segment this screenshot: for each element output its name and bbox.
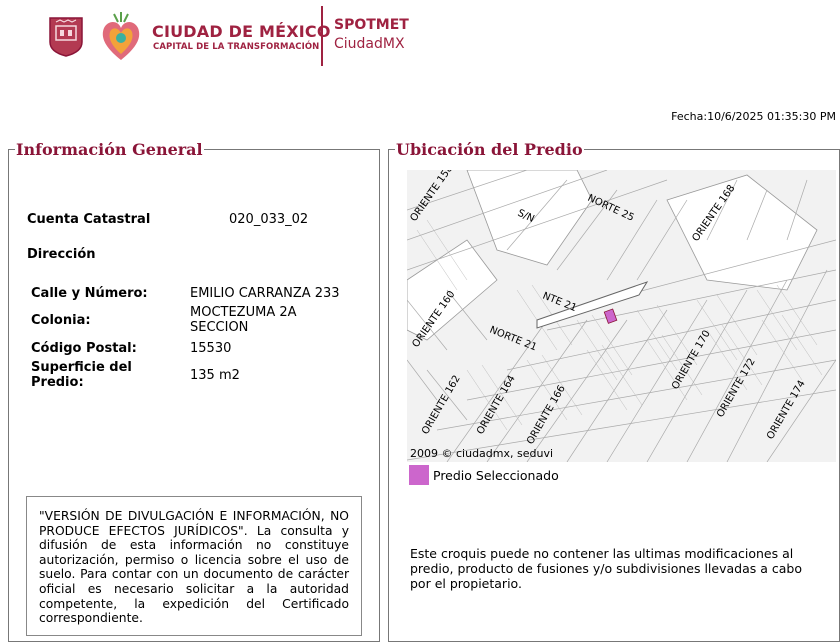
app-title: SPOTMET xyxy=(334,17,409,33)
street-label: ORIENTE 158 xyxy=(408,170,455,224)
ubicacion-legend: Ubicación del Predio xyxy=(396,140,583,159)
colonia-value-line2: SECCION xyxy=(190,320,249,335)
cuenta-catastral-value: 020_033_02 xyxy=(229,212,309,227)
colonia-label: Colonia: xyxy=(31,313,91,328)
cuenta-catastral-label: Cuenta Catastral xyxy=(27,212,151,227)
superficie-label-line1: Superficie del xyxy=(31,360,132,375)
location-map[interactable]: ORIENTE 158 S/N NORTE 25 ORIENTE 168 ORI… xyxy=(407,170,836,462)
codigo-postal-label: Código Postal: xyxy=(31,341,137,356)
cdmx-seal-icon xyxy=(49,17,83,57)
fecha-timestamp: Fecha:10/6/2025 01:35:30 PM xyxy=(671,110,836,123)
map-block xyxy=(407,239,498,341)
superficie-value: 135 m2 xyxy=(190,368,240,383)
city-subtitle: CAPITAL DE LA TRANSFORMACIÓN xyxy=(153,42,320,52)
street-label: ORIENTE 162 xyxy=(420,374,463,437)
codigo-postal-value: 15530 xyxy=(190,341,232,356)
street-label: NORTE 25 xyxy=(586,193,636,224)
direccion-label: Dirección xyxy=(27,247,96,262)
calle-label: Calle y Número: xyxy=(31,286,148,301)
header: CIUDAD DE MÉXICO CAPITAL DE LA TRANSFORM… xyxy=(0,0,840,80)
predio-highlight xyxy=(603,308,618,324)
app-subtitle: CiudadMX xyxy=(334,36,405,52)
header-divider xyxy=(321,6,323,66)
superficie-label-line2: Predio: xyxy=(31,375,84,390)
colonia-value-line1: MOCTEZUMA 2A xyxy=(190,305,297,320)
disclaimer-box: "VERSIÓN DE DIVULGACIÓN E INFORMACIÓN, N… xyxy=(26,496,362,636)
cdmx-heart-logo-icon xyxy=(102,12,140,60)
street-label: ORIENTE 172 xyxy=(715,357,758,420)
map-block xyxy=(666,174,818,291)
street-label: NORTE 21 xyxy=(488,325,538,354)
map-disclaimer-note: Este croquis puede no contener las ultim… xyxy=(410,546,802,591)
informacion-general-legend: Información General xyxy=(16,140,203,159)
city-title: CIUDAD DE MÉXICO xyxy=(152,22,331,41)
calle-value: EMILIO CARRANZA 233 xyxy=(190,286,340,301)
predio-legend-label: Predio Seleccionado xyxy=(433,468,559,483)
street-label: NTE 21 xyxy=(541,291,578,315)
street-label: ORIENTE 174 xyxy=(765,379,808,442)
map-copyright: 2009 © ciudadmx, seduvi xyxy=(410,447,554,460)
predio-legend-swatch xyxy=(409,465,429,485)
